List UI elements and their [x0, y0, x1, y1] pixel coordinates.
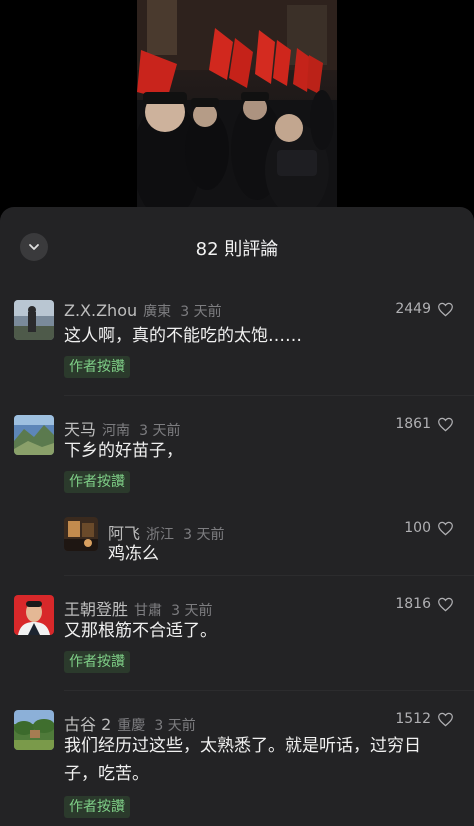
heart-outline-icon — [438, 521, 453, 535]
like-count: 100 — [404, 520, 431, 536]
like-button[interactable]: 1512 — [395, 711, 454, 727]
timestamp: 3 天前 — [180, 304, 222, 320]
avatar[interactable] — [64, 517, 98, 551]
video-scene-image — [137, 0, 337, 212]
comment-text-line-1: 我们经历过这些，太熟悉了。就是听话，过穷日 — [64, 736, 421, 756]
comment-meta: Z.X.Zhou 廣東 3 天前 — [64, 301, 222, 321]
timestamp: 3 天前 — [183, 527, 225, 543]
heart-outline-icon — [438, 417, 453, 431]
username[interactable]: Z.X.Zhou — [64, 301, 137, 320]
comment-item: 王朝登胜 甘肅 3 天前 1816 又那根筋不合适了。 作者按讚 — [0, 592, 474, 687]
like-count: 2449 — [395, 301, 431, 317]
comment-item: 古谷 2 重慶 3 天前 1512 我们经历过这些，太熟悉了。就是听话，过穷日 子… — [0, 707, 474, 826]
comment-text: 这人啊，真的不能吃的太饱…… — [64, 326, 302, 346]
heart-outline-icon — [438, 597, 453, 611]
avatar-image — [14, 710, 54, 750]
like-button[interactable]: 1861 — [395, 416, 454, 432]
comment-item: Z.X.Zhou 廣東 3 天前 2449 这人啊，真的不能吃的太饱…… 作者按讚 — [0, 297, 474, 392]
divider — [64, 395, 474, 396]
author-liked-badge: 作者按讚 — [64, 796, 130, 818]
like-button[interactable]: 100 — [404, 520, 454, 536]
divider — [64, 690, 474, 691]
video-player[interactable] — [0, 0, 474, 212]
avatar-image — [14, 415, 54, 455]
comment-text: 又那根筋不合适了。 — [64, 621, 217, 641]
divider — [64, 575, 474, 576]
avatar[interactable] — [14, 415, 54, 455]
like-count: 1861 — [395, 416, 431, 432]
like-count: 1816 — [395, 596, 431, 612]
avatar-image — [64, 517, 98, 551]
heart-outline-icon — [438, 712, 453, 726]
video-frame[interactable] — [137, 0, 337, 212]
author-liked-badge: 作者按讚 — [64, 651, 130, 673]
reply-text: 鸡冻么 — [108, 544, 159, 564]
avatar[interactable] — [14, 710, 54, 750]
heart-outline-icon — [438, 302, 453, 316]
avatar[interactable] — [14, 300, 54, 340]
author-liked-badge: 作者按讚 — [64, 356, 130, 378]
comment-text-line-2: 子，吃苦。 — [64, 764, 149, 784]
author-liked-badge: 作者按讚 — [64, 471, 130, 493]
location: 廣東 — [143, 304, 172, 320]
comment-item: 天马 河南 3 天前 1861 下乡的好苗子， 作者按讚 阿飞 浙江 3 天前 … — [0, 412, 474, 564]
like-button[interactable]: 2449 — [395, 301, 454, 317]
comment-text: 下乡的好苗子， — [64, 441, 183, 461]
avatar[interactable] — [14, 595, 54, 635]
reply-item: 阿飞 浙江 3 天前 100 鸡冻么 — [0, 510, 474, 564]
like-count: 1512 — [395, 711, 431, 727]
comments-sheet: 82 則評論 Z.X.Zhou 廣東 3 天前 2449 这人啊，真的不能吃的太饱… — [0, 207, 474, 826]
comments-header: 82 則評論 — [0, 207, 474, 287]
like-button[interactable]: 1816 — [395, 596, 454, 612]
avatar-image — [14, 300, 54, 340]
avatar-image — [14, 595, 54, 635]
comment-count-title: 82 則評論 — [195, 239, 279, 260]
